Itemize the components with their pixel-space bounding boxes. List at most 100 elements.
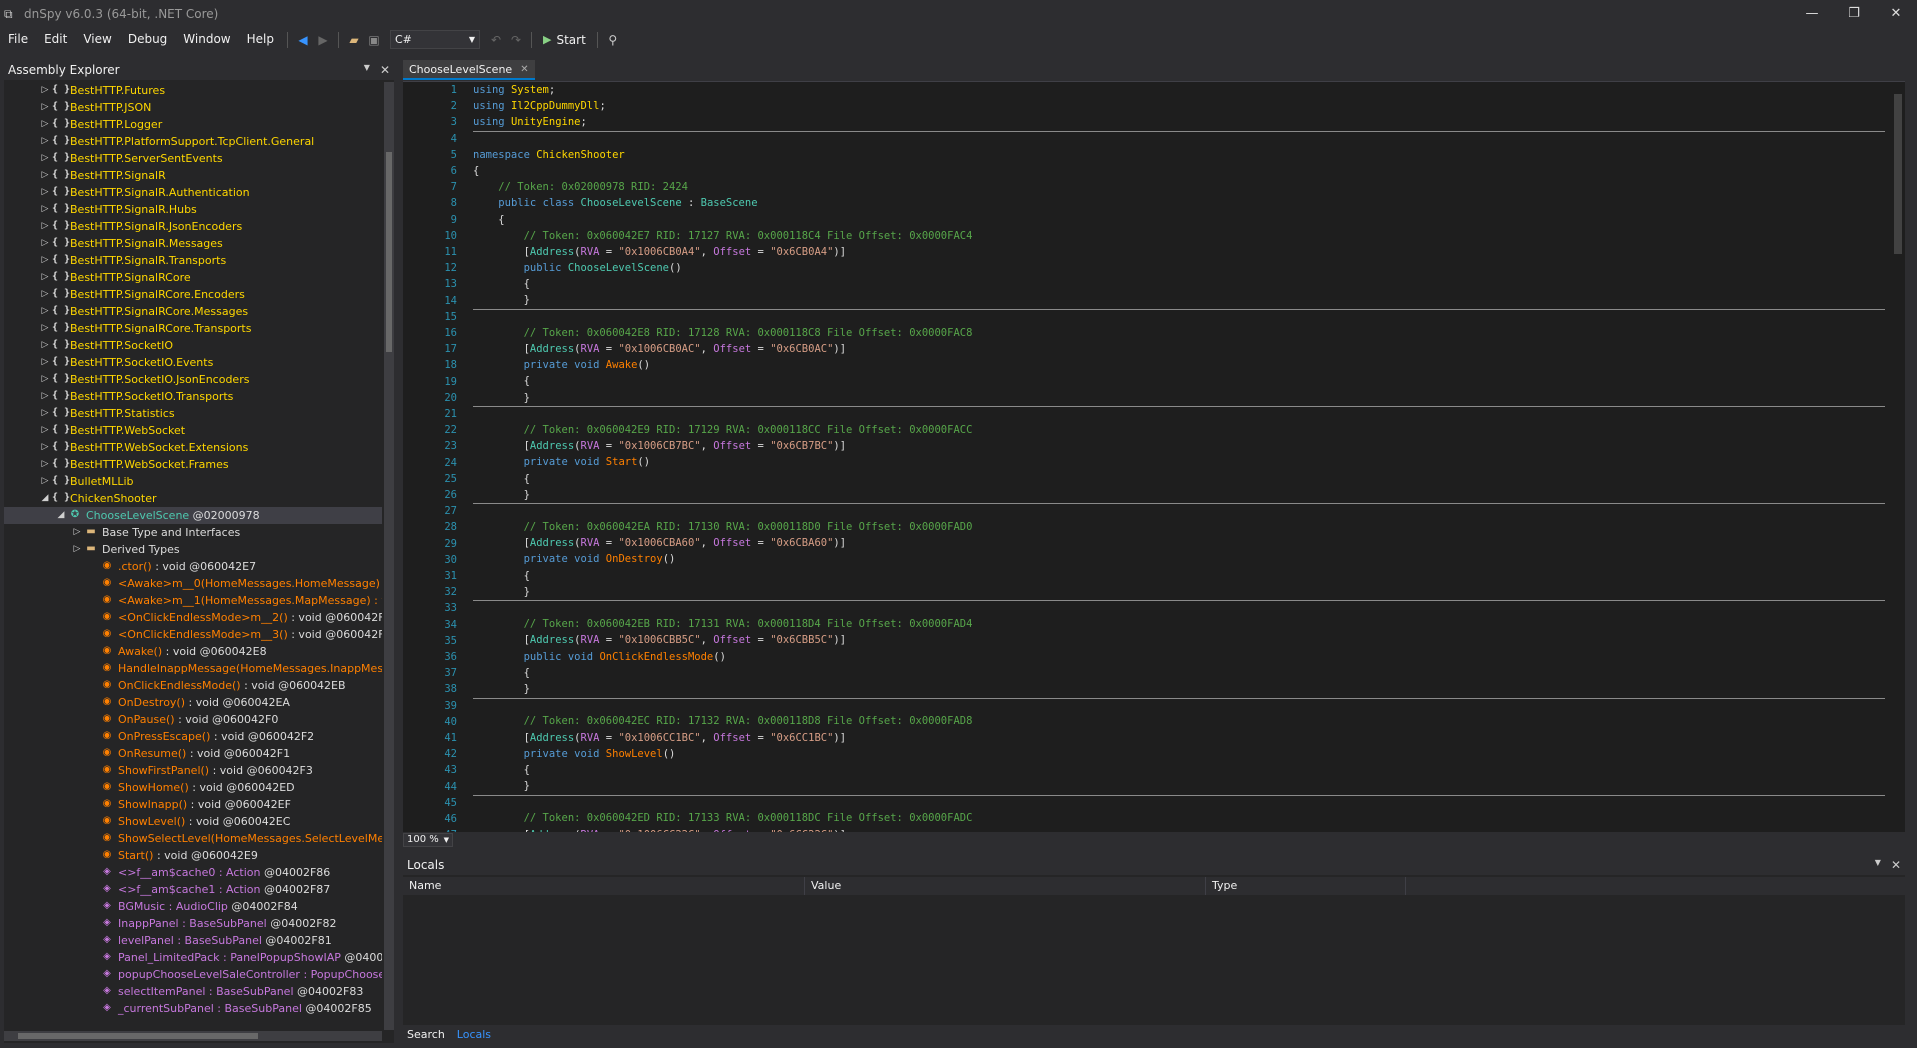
expand-arrow-icon[interactable]: ▷ [72,541,82,558]
tree-item[interactable]: ◈ InappPanel : BaseSubPanel @04002F82 [4,915,382,932]
menu-edit[interactable]: Edit [36,27,75,52]
expand-arrow-icon[interactable]: ▷ [40,269,50,286]
expand-arrow-icon[interactable]: ▷ [40,218,50,235]
code-line[interactable]: { [473,762,1885,778]
tree-item[interactable]: ▷{ } BestHTTP.PlatformSupport.TcpClient.G… [4,133,382,150]
search-icon[interactable]: ⚲ [603,30,623,50]
code-line[interactable]: [Address(RVA = "0x1006CC1BC", Offset = "… [473,730,1885,746]
code-line[interactable]: { [473,212,1885,228]
redo-icon[interactable]: ↷ [506,30,526,50]
code-line[interactable]: using System; [473,82,1885,98]
code-line[interactable]: } [473,584,1885,600]
language-select[interactable]: C# ▼ [389,30,480,49]
code-editor[interactable]: 1 2 3 4 5 6 7 8 9 10 11 12 13 14 15 16 17 18 19 20 21 22 23 24 2… [403,81,1905,832]
tree-item[interactable]: ◈ Panel_LimitedPack : PanelPopupShowIAP @… [4,949,382,966]
restore-icon[interactable]: ❐ [1833,0,1875,27]
expand-arrow-icon[interactable]: ▷ [40,473,50,490]
tree-vertical-scrollbar[interactable] [384,82,394,1030]
tree-item[interactable]: ▷{ } BestHTTP.WebSocket [4,422,382,439]
tree-item[interactable]: ▷{ } BestHTTP.SignalR.Authentication [4,184,382,201]
chevron-down-icon[interactable]: ▼ [364,63,370,77]
expand-arrow-icon[interactable]: ▷ [40,150,50,167]
tree-item[interactable]: ◈ BGMusic : AudioClip @04002F84 [4,898,382,915]
code-area[interactable]: using System; using Il2CppDummyDll; using … [473,82,1885,832]
tree-item[interactable]: ▷{ } BulletMLLib [4,473,382,490]
tree-item[interactable]: ◉ OnDestroy() : void @060042EA [4,694,382,711]
expand-arrow-icon[interactable]: ▷ [40,82,50,99]
code-line[interactable]: [Address(RVA = "0x1006CB0A4", Offset = "… [473,244,1885,260]
expand-arrow-icon[interactable]: ▷ [40,133,50,150]
code-line[interactable]: [Address(RVA = "0x1006CB7BC", Offset = "… [473,438,1885,454]
tree-item[interactable]: ▷{ } BestHTTP.SocketIO.JsonEncoders [4,371,382,388]
collapse-arrow-icon[interactable]: ◢ [56,507,66,524]
close-icon[interactable]: ✕ [380,63,390,77]
code-line[interactable]: // Token: 0x060042E9 RID: 17129 RVA: 0x0… [473,422,1885,438]
tree-item[interactable]: ◉ OnClickEndlessMode() : void @060042EB [4,677,382,694]
minimize-icon[interactable]: — [1791,0,1833,27]
column-header-name[interactable]: Name [403,877,805,895]
tree-item[interactable]: ▷{ } BestHTTP.SignalR.Messages [4,235,382,252]
code-line[interactable]: public ChooseLevelScene() [473,260,1885,276]
tab-search[interactable]: Search [403,1028,449,1041]
tree-item[interactable]: ◉ ShowLevel() : void @060042EC [4,813,382,830]
code-line[interactable]: // Token: 0x060042E7 RID: 17127 RVA: 0x0… [473,228,1885,244]
tree-item[interactable]: ◉ .ctor() : void @060042E7 [4,558,382,575]
code-line[interactable]: } [473,778,1885,794]
close-icon[interactable]: ✕ [520,64,528,75]
menu-view[interactable]: View [75,27,119,52]
tree-item[interactable]: ◉ ShowHome() : void @060042ED [4,779,382,796]
close-icon[interactable]: ✕ [1891,858,1901,872]
expand-arrow-icon[interactable]: ▷ [40,116,50,133]
tree-item[interactable]: ◈ _currentSubPanel : BaseSubPanel @04002F… [4,1000,382,1017]
column-header-type[interactable]: Type [1206,877,1406,895]
code-line[interactable] [473,794,1885,810]
expand-arrow-icon[interactable]: ▷ [40,252,50,269]
tree-item[interactable]: ▷{ } BestHTTP.SocketIO.Events [4,354,382,371]
tree-item[interactable]: ◉ <Awake>m__0(HomeMessages.HomeMessage) : [4,575,382,592]
tab-chooselevelscene[interactable]: ChooseLevelScene ✕ [403,60,535,80]
code-line[interactable]: { [473,276,1885,292]
code-line[interactable] [473,309,1885,325]
tree-item[interactable]: ◈ <>f__am$cache0 : Action @04002F86 [4,864,382,881]
code-line[interactable]: using Il2CppDummyDll; [473,98,1885,114]
code-line[interactable]: // Token: 0x060042E8 RID: 17128 RVA: 0x0… [473,325,1885,341]
tree-item[interactable]: ▷ ▬ Base Type and Interfaces [4,524,382,541]
tree-item[interactable]: ◉ HandleInappMessage(HomeMessages.InappMe… [4,660,382,677]
code-line[interactable]: private void Awake() [473,357,1885,373]
tree-item[interactable]: ◉ <Awake>m__1(HomeMessages.MapMessage) : … [4,592,382,609]
start-button[interactable]: ▶ Start [537,33,592,47]
expand-arrow-icon[interactable]: ▷ [40,456,50,473]
assembly-tree[interactable]: ▷{ } BestHTTP.Futures ▷{ } BestHTTP.JSON ▷{ … [4,82,382,1030]
tree-item[interactable]: ▷{ } BestHTTP.SignalRCore.Transports [4,320,382,337]
scrollbar-thumb[interactable] [1894,94,1902,254]
menu-debug[interactable]: Debug [120,27,175,52]
expand-arrow-icon[interactable]: ▷ [40,235,50,252]
zoom-select[interactable]: 100 % ▼ [403,833,453,847]
save-all-icon[interactable]: ▣ [364,30,384,50]
tree-item[interactable]: ▷{ } BestHTTP.WebSocket.Frames [4,456,382,473]
tab-locals[interactable]: Locals [453,1028,495,1041]
tree-item[interactable]: ▷{ } BestHTTP.SignalRCore [4,269,382,286]
code-line[interactable]: { [473,163,1885,179]
tree-item[interactable]: ▷{ } BestHTTP.SocketIO [4,337,382,354]
tree-item[interactable]: ▷{ } BestHTTP.Futures [4,82,382,99]
code-line[interactable]: private void OnDestroy() [473,551,1885,567]
tree-item[interactable]: ◈ popupChooseLevelSaleController : PopupC… [4,966,382,983]
tree-item[interactable]: ◉ Start() : void @060042E9 [4,847,382,864]
tree-item[interactable]: ◢{ } ChickenShooter [4,490,382,507]
editor-horizontal-scrollbar[interactable] [459,835,1895,845]
code-line[interactable]: { [473,373,1885,389]
locals-grid[interactable]: Name Value Type [403,877,1905,1025]
code-line[interactable]: { [473,568,1885,584]
tree-item[interactable]: ▷{ } BestHTTP.SignalR.Hubs [4,201,382,218]
code-line[interactable]: namespace ChickenShooter [473,147,1885,163]
expand-arrow-icon[interactable]: ▷ [40,405,50,422]
tree-item[interactable]: ◈ levelPanel : BaseSubPanel @04002F81 [4,932,382,949]
close-icon[interactable]: ✕ [1875,0,1917,27]
tree-item[interactable]: ◈ <>f__am$cache1 : Action @04002F87 [4,881,382,898]
expand-arrow-icon[interactable]: ▷ [40,167,50,184]
code-line[interactable]: private void ShowLevel() [473,746,1885,762]
code-line[interactable]: // Token: 0x060042ED RID: 17133 RVA: 0x0… [473,810,1885,826]
tree-item[interactable]: ▷{ } BestHTTP.WebSocket.Extensions [4,439,382,456]
collapse-arrow-icon[interactable]: ◢ [40,490,50,507]
